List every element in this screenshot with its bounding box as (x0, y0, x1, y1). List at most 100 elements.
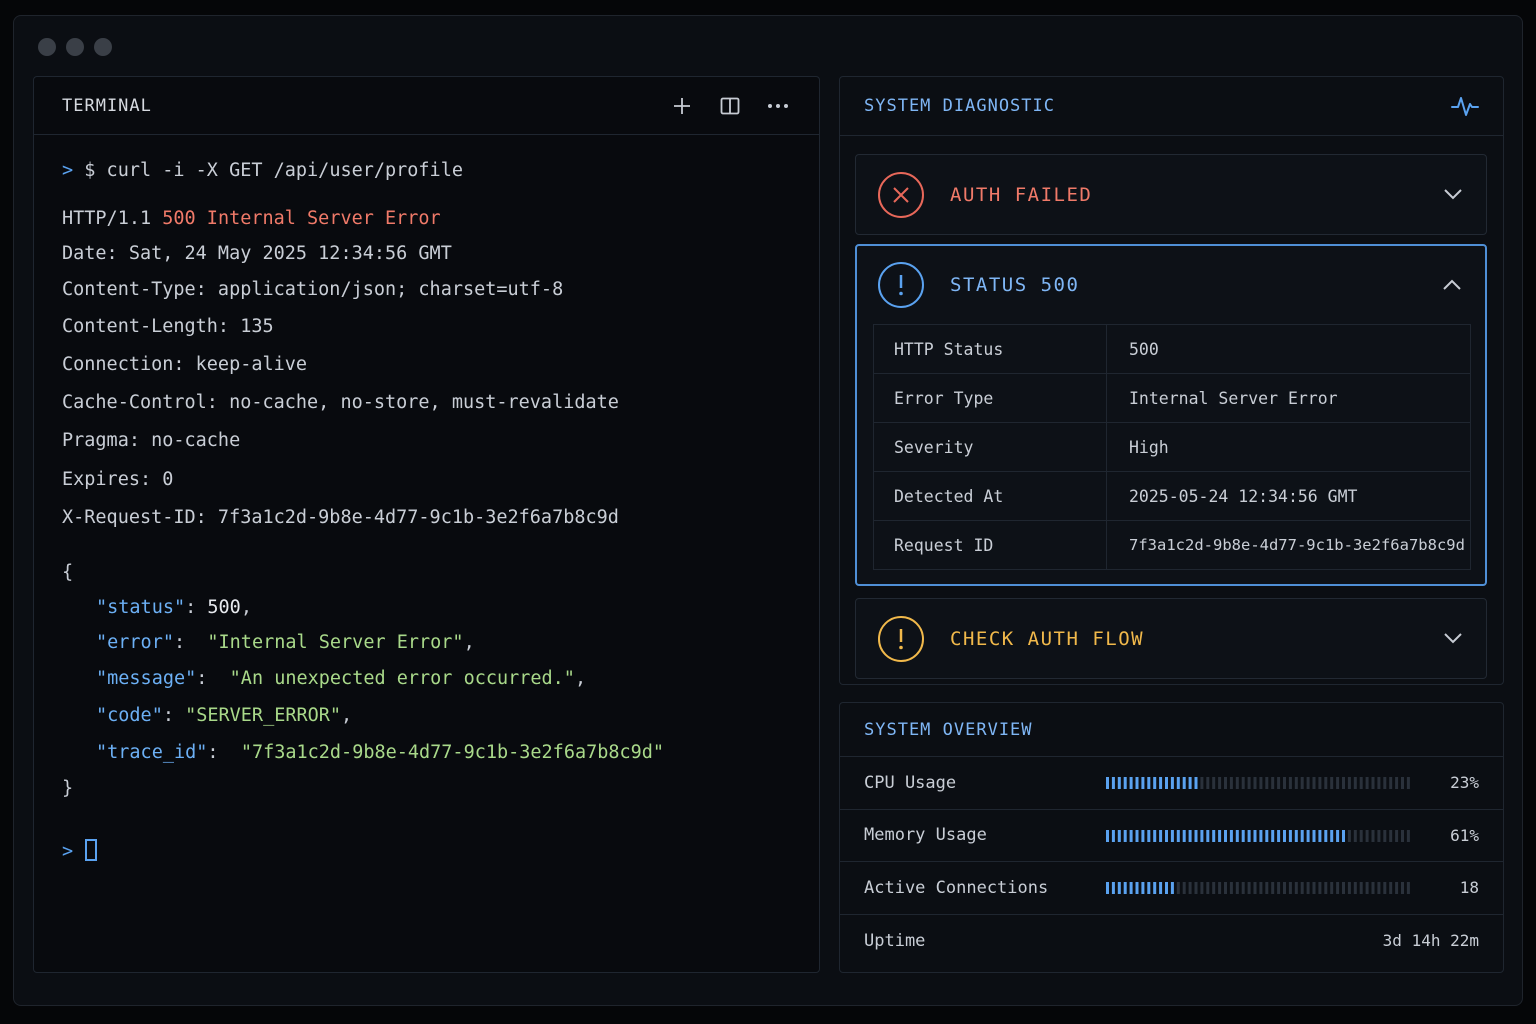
bar-segment-empty (1359, 882, 1363, 894)
bar-segment-empty (1253, 882, 1257, 894)
maximize-window-button[interactable] (94, 38, 112, 56)
bar-segment-filled (1153, 777, 1157, 789)
status-500-card[interactable]: STATUS 500 HTTP Status 500 Error Type In… (855, 244, 1487, 586)
check-auth-flow-card-header[interactable]: CHECK AUTH FLOW (856, 599, 1486, 678)
bar-segment-empty (1194, 882, 1198, 894)
x-circle-icon (878, 171, 924, 218)
bar-segment-empty (1371, 882, 1375, 894)
status-line-error: 500 Internal Server Error (162, 208, 441, 229)
bar-segment-filled (1259, 829, 1263, 842)
exclamation-circle-icon (878, 262, 924, 308)
chevron-up-icon[interactable] (1441, 274, 1463, 296)
metric-label: Uptime (864, 930, 926, 951)
status-500-label: STATUS 500 (950, 274, 1080, 296)
bar-segment-filled (1135, 882, 1139, 894)
new-terminal-button[interactable] (669, 93, 695, 119)
bar-segment-empty (1389, 829, 1393, 842)
auth-failed-label: AUTH FAILED (950, 183, 1093, 206)
bar-segment-empty (1395, 829, 1399, 842)
bar-segment-filled (1129, 882, 1133, 894)
bar-segment-filled (1176, 777, 1180, 789)
bar-segment-empty (1330, 882, 1334, 894)
detail-key: HTTP Status (873, 324, 1107, 374)
bar-segment-empty (1383, 882, 1387, 894)
bar-segment-empty (1406, 777, 1410, 789)
bar-segment-filled (1141, 882, 1145, 894)
detail-value: 7f3a1c2d-9b8e-4d77-9c1b-3e2f6a7b8c9d (1129, 536, 1465, 554)
bar-segment-empty (1182, 882, 1186, 894)
bar-segment-empty (1235, 882, 1239, 894)
bar-segment-empty (1306, 777, 1310, 789)
warning-circle-icon (878, 615, 924, 662)
status-line: HTTP/1.1 500 Internal Server Error (62, 208, 441, 229)
bar-segment-empty (1283, 882, 1286, 894)
bar-segment-filled (1135, 777, 1139, 789)
terminal-panel: TERMINAL > $ curl -i -X GET /api/user/pr… (33, 76, 820, 973)
bar-segment-empty (1365, 829, 1369, 842)
bar-segment-empty (1377, 829, 1381, 842)
input-prompt[interactable]: > (62, 839, 98, 862)
bar-segment-filled (1147, 777, 1151, 789)
diagnostic-header: SYSTEM DIAGNOSTIC (840, 77, 1503, 136)
bar-segment-filled (1253, 829, 1257, 842)
bar-segment-empty (1229, 882, 1233, 894)
bar-segment-filled (1129, 829, 1133, 842)
bar-segment-filled (1123, 882, 1127, 894)
bar-segment-filled (1247, 829, 1251, 842)
bar-segment-empty (1294, 777, 1298, 789)
metric-label: CPU Usage (864, 772, 957, 793)
bar-segment-empty (1395, 882, 1399, 894)
overview-header: SYSTEM OVERVIEW (840, 703, 1503, 757)
check-auth-flow-card[interactable]: CHECK AUTH FLOW (855, 598, 1487, 679)
bar-segment-empty (1336, 777, 1340, 789)
overview-row-cpu: CPU Usage 23% (840, 757, 1503, 810)
table-row: Error Type Internal Server Error (873, 373, 1471, 423)
json-open-brace: { (62, 562, 74, 583)
bar-segment-empty (1347, 882, 1351, 894)
more-options-button[interactable] (765, 93, 791, 119)
auth-failed-card[interactable]: AUTH FAILED (855, 154, 1487, 235)
bar-segment-empty (1359, 777, 1363, 789)
command-text: $ curl -i -X GET /api/user/profile (84, 160, 463, 181)
bar-segment-empty (1318, 777, 1322, 789)
bar-segment-filled (1200, 829, 1204, 842)
bar-segment-filled (1106, 829, 1109, 842)
table-row: HTTP Status 500 (873, 324, 1471, 374)
diagnostic-title: SYSTEM DIAGNOSTIC (864, 96, 1055, 116)
overview-row-uptime: Uptime 3d 14h 22m (840, 915, 1503, 968)
chevron-down-icon[interactable] (1442, 627, 1464, 649)
bar-segment-empty (1283, 777, 1286, 789)
table-row: Detected At 2025-05-24 12:34:56 GMT (873, 471, 1471, 521)
bar-segment-filled (1147, 882, 1151, 894)
detail-key: Request ID (873, 520, 1107, 570)
bar-segment-empty (1353, 777, 1357, 789)
metric-value: 3d 14h 22m (1382, 931, 1479, 951)
bar-segment-filled (1318, 829, 1322, 842)
status-500-card-header[interactable]: STATUS 500 (857, 246, 1485, 324)
bar-segment-empty (1324, 882, 1328, 894)
bar-segment-filled (1117, 882, 1121, 894)
bar-segment-empty (1353, 829, 1357, 842)
bar-segment-filled (1106, 777, 1109, 789)
auth-failed-card-header[interactable]: AUTH FAILED (856, 155, 1486, 234)
bar-segment-empty (1342, 777, 1345, 789)
bar-segment-filled (1111, 882, 1115, 894)
bar-segment-filled (1129, 777, 1133, 789)
minimize-window-button[interactable] (66, 38, 84, 56)
bar-segment-filled (1141, 829, 1145, 842)
split-terminal-button[interactable] (717, 93, 743, 119)
bar-segment-filled (1117, 829, 1121, 842)
prompt-chevron-icon: > (62, 160, 74, 181)
detail-value: 2025-05-24 12:34:56 GMT (1106, 471, 1471, 521)
bar-segment-filled (1106, 882, 1109, 894)
status-details-table: HTTP Status 500 Error Type Internal Serv… (873, 324, 1471, 570)
response-header: Date: Sat, 24 May 2025 12:34:56 GMT (62, 243, 452, 264)
bar-segment-empty (1383, 829, 1387, 842)
detail-key: Severity (873, 422, 1107, 472)
plus-icon (674, 97, 690, 114)
bar-segment-empty (1371, 777, 1375, 789)
chevron-down-icon[interactable] (1442, 183, 1464, 205)
close-window-button[interactable] (38, 38, 56, 56)
bar-segment-filled (1147, 829, 1151, 842)
check-auth-flow-label: CHECK AUTH FLOW (950, 627, 1145, 650)
